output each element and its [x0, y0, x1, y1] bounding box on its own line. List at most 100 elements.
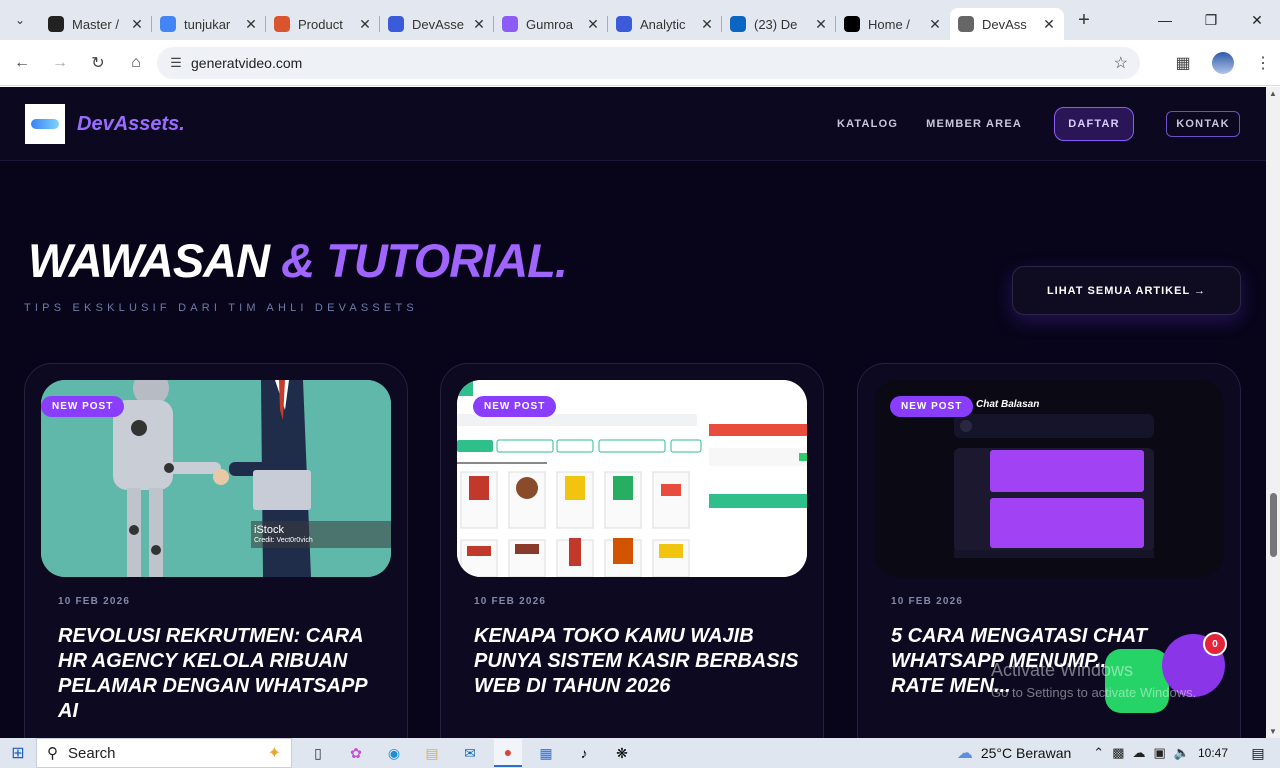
file-explorer-icon[interactable]: ▤ — [418, 739, 446, 767]
browser-tab[interactable]: Analytic ✕ — [608, 8, 722, 40]
tab-title: tunjukar — [184, 16, 231, 32]
new-post-badge: NEW POST — [41, 396, 125, 417]
weather-text[interactable]: 25°C Berawan — [981, 745, 1071, 761]
taskbar-search[interactable]: ⚲ Search ✦ — [36, 738, 292, 768]
tab-search-chevron-icon[interactable]: ⌄ — [0, 0, 40, 40]
browser-tab[interactable]: Home / ✕ — [836, 8, 950, 40]
browser-tab[interactable]: tunjukar ✕ — [152, 8, 266, 40]
tab-title: Master / — [72, 16, 119, 32]
tab-close-icon[interactable]: ✕ — [928, 16, 942, 33]
logo-mark-icon — [31, 119, 59, 129]
profile-avatar[interactable] — [1212, 52, 1234, 74]
tab-title: Product — [298, 16, 343, 32]
sparkle-icon: ✦ — [267, 745, 281, 762]
image-credit-istock: iStock — [254, 524, 284, 536]
edge-icon[interactable]: ◉ — [380, 739, 408, 767]
address-bar[interactable]: ☰ generatvideo.com ☆ — [157, 47, 1140, 79]
tab-close-icon[interactable]: ✕ — [130, 16, 144, 33]
github-icon — [48, 16, 64, 32]
browser-tab[interactable]: Product ✕ — [266, 8, 380, 40]
brand-name[interactable]: DevAssets. — [77, 113, 185, 136]
page-scrollbar[interactable]: ▲ ▼ — [1266, 87, 1280, 738]
chatgpt-icon[interactable]: ❋ — [608, 739, 636, 767]
new-post-badge: NEW POST — [890, 396, 974, 417]
task-view-icon[interactable]: ▯ — [304, 739, 332, 767]
shield-icon — [616, 16, 632, 32]
new-tab-button[interactable]: + — [1064, 9, 1104, 32]
tray-device-icon[interactable]: ▩ — [1112, 745, 1124, 761]
whatsapp-float-button[interactable] — [1105, 649, 1169, 713]
site-logo[interactable] — [25, 104, 65, 144]
shield-icon — [388, 16, 404, 32]
minimize-icon[interactable]: — — [1142, 0, 1188, 40]
volume-icon[interactable]: 🔈 — [1174, 745, 1190, 761]
article-date: 10 FEB 2026 — [891, 596, 964, 607]
globe-icon — [958, 16, 974, 32]
search-placeholder: Search — [68, 744, 116, 762]
forward-arrow-icon[interactable]: → — [42, 45, 78, 81]
tab-close-icon[interactable]: ✕ — [814, 16, 828, 33]
browser-tab[interactable]: Gumroa ✕ — [494, 8, 608, 40]
section-title-main: WAWASAN — [28, 234, 270, 287]
url-text: generatvideo.com — [191, 55, 303, 71]
restore-icon[interactable]: ❐ — [1188, 0, 1234, 40]
outlook-icon[interactable]: ✉ — [456, 739, 484, 767]
image-credit-author: Credit: Vect0r0vich — [254, 537, 313, 544]
tiktok-icon[interactable]: ♪ — [570, 739, 598, 767]
tab-close-icon[interactable]: ✕ — [586, 16, 600, 33]
tab-close-icon[interactable]: ✕ — [244, 16, 258, 33]
store-icon[interactable]: ▦ — [532, 739, 560, 767]
nav-kontak-button[interactable]: KONTAK — [1166, 111, 1240, 137]
extensions-puzzle-icon[interactable]: ▦ — [1166, 46, 1200, 80]
site-header: DevAssets. KATALOG MEMBER AREA DAFTAR KO… — [0, 87, 1266, 161]
browser-tab[interactable]: Master / ✕ — [40, 8, 152, 40]
tab-close-icon[interactable]: ✕ — [1042, 16, 1056, 33]
tray-cloud-icon[interactable]: ☁ — [1132, 745, 1145, 761]
close-window-icon[interactable]: ✕ — [1234, 0, 1280, 40]
nav-member-area[interactable]: MEMBER AREA — [926, 118, 1022, 130]
nav-katalog[interactable]: KATALOG — [837, 118, 898, 130]
section-subtitle: TIPS EKSKLUSIF DARI TIM AHLI DEVASSETS — [24, 302, 418, 314]
tab-close-icon[interactable]: ✕ — [358, 16, 372, 33]
tab-title: Gumroa — [526, 16, 573, 32]
tab-title: (23) De — [754, 16, 798, 32]
network-icon[interactable]: ▣ — [1153, 745, 1165, 761]
tab-close-icon[interactable]: ✕ — [700, 16, 714, 33]
back-arrow-icon[interactable]: ← — [4, 45, 40, 81]
reload-icon[interactable]: ↻ — [80, 45, 116, 81]
home-icon[interactable]: ⌂ — [118, 45, 154, 81]
site-settings-icon[interactable]: ☰ — [161, 55, 191, 71]
article-card[interactable]: NEW POST iStock Credit: Vect0r0vich 10 F… — [24, 363, 408, 738]
tray-chevron-up-icon[interactable]: ⌃ — [1093, 745, 1104, 761]
tab-close-icon[interactable]: ✕ — [472, 16, 486, 33]
scroll-up-icon[interactable]: ▲ — [1269, 89, 1277, 98]
browser-tab[interactable]: DevAsse ✕ — [380, 8, 494, 40]
view-all-articles-button[interactable]: LIHAT SEMUA ARTIKEL → — [1012, 266, 1241, 315]
browser-tab[interactable]: DevAss ✕ — [950, 8, 1064, 40]
tab-title: DevAss — [982, 16, 1027, 32]
browser-tab[interactable]: (23) De ✕ — [722, 8, 836, 40]
weather-cloud-icon[interactable]: ☁ — [957, 743, 973, 763]
browser-menu-icon[interactable]: ⋮ — [1246, 46, 1280, 80]
article-date: 10 FEB 2026 — [474, 596, 547, 607]
windows-taskbar: ⊞ ⚲ Search ✦ ▯ ✿ ◉ ▤ ✉ ● ▦ ♪ ❋ ☁ 25°C Be… — [0, 738, 1280, 768]
nav-daftar-button[interactable]: DAFTAR — [1054, 107, 1134, 141]
windows-start-icon[interactable]: ⊞ — [0, 743, 36, 763]
chrome-icon[interactable]: ● — [494, 739, 522, 767]
article-title[interactable]: KENAPA TOKO KAMU WAJIB PUNYA SISTEM KASI… — [474, 624, 804, 699]
tab-strip: ⌄ Master / ✕ tunjukar ✕ Product ✕ DevAsse ✕ Gumr… — [0, 0, 1280, 40]
x-icon — [844, 16, 860, 32]
search-icon: ⚲ — [47, 745, 58, 762]
linkedin-icon — [730, 16, 746, 32]
producthunt-icon — [274, 16, 290, 32]
article-card[interactable]: NEW POST 10 FEB 2026 KENAPA TOKO KAMU WA… — [440, 363, 824, 738]
activate-windows-hint: Go to Settings to activate Windows. — [991, 685, 1197, 700]
scrollbar-thumb[interactable] — [1270, 493, 1277, 557]
copilot-icon[interactable]: ✿ — [342, 739, 370, 767]
article-title[interactable]: REVOLUSI REKRUTMEN: CARA HR AGENCY KELOL… — [58, 624, 388, 724]
bookmark-star-icon[interactable]: ☆ — [1114, 53, 1128, 73]
section-title: WAWASAN & TUTORIAL. — [28, 233, 568, 288]
scroll-down-icon[interactable]: ▼ — [1269, 727, 1277, 736]
notification-icon[interactable]: ▤ — [1244, 745, 1272, 762]
clock-time[interactable]: 10:47 — [1198, 746, 1228, 760]
